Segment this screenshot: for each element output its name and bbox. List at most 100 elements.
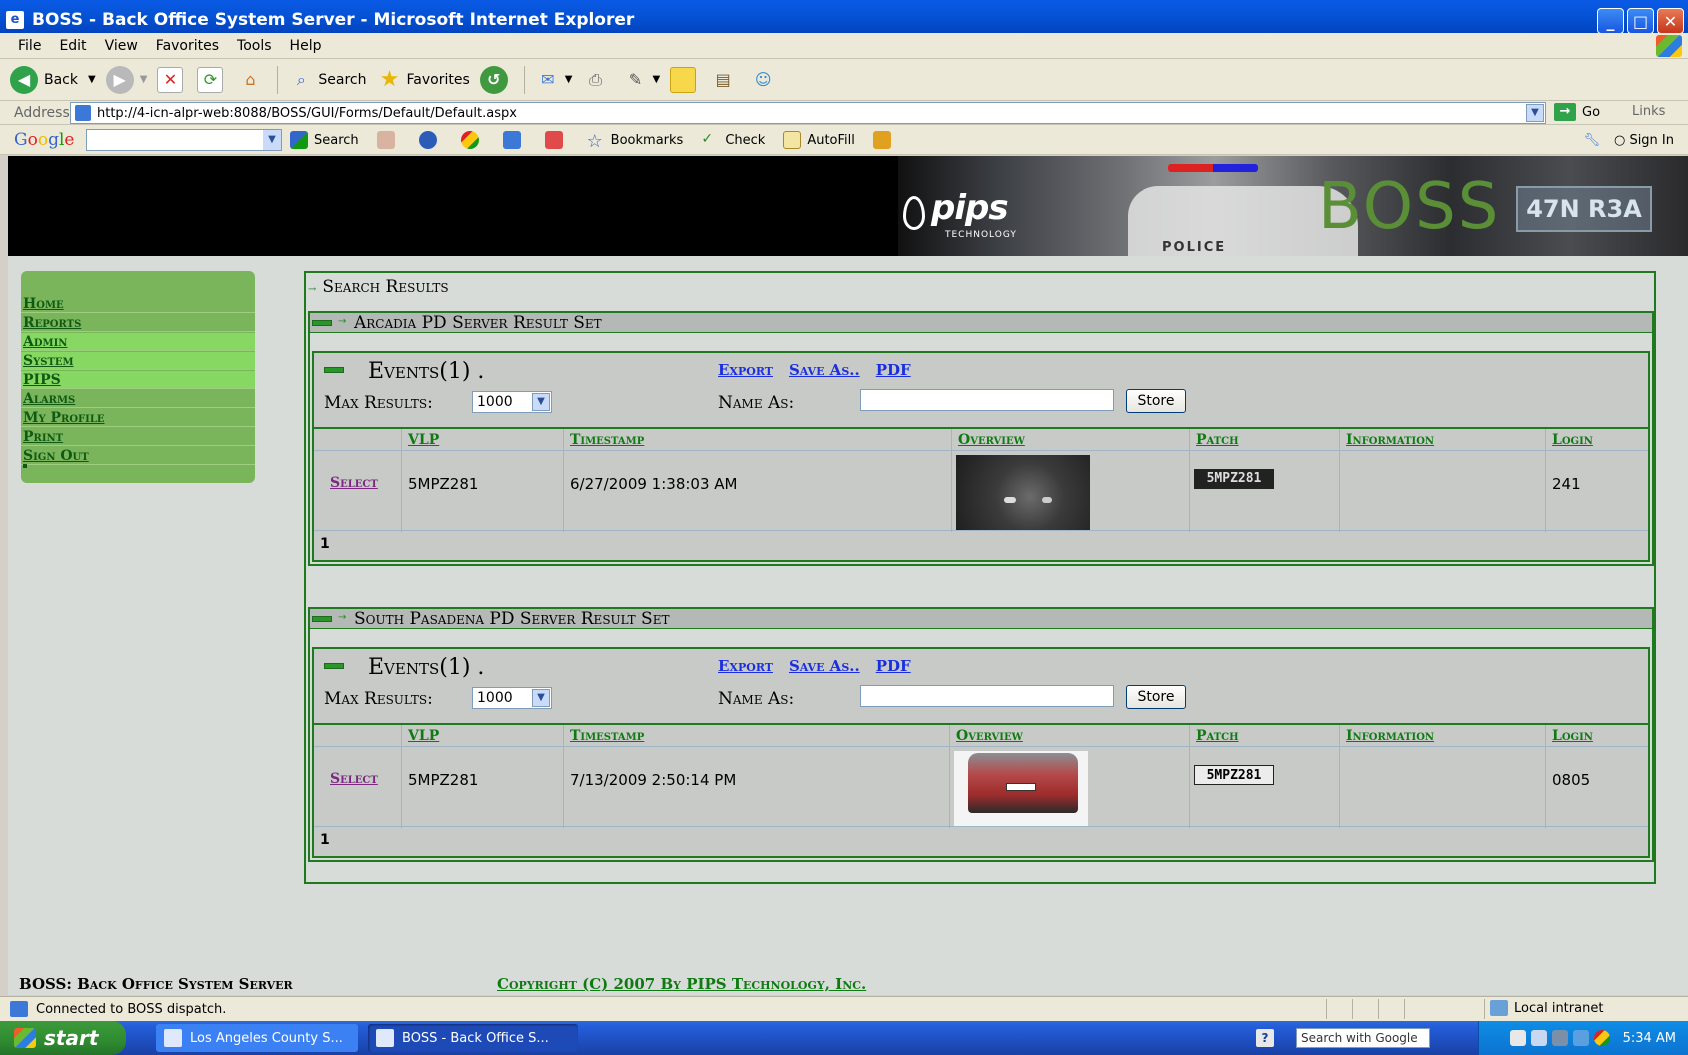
- tray-monitor-icon[interactable]: [1572, 1030, 1589, 1046]
- export-link[interactable]: Export: [718, 657, 773, 675]
- column-header-overview[interactable]: Overview: [956, 728, 1023, 744]
- sidebar-item-home[interactable]: Home: [21, 295, 255, 313]
- sidebar-item-my-profile[interactable]: My Profile: [21, 409, 255, 427]
- refresh-button[interactable]: ⟳: [197, 66, 227, 93]
- back-button[interactable]: ◀ Back ▼: [10, 65, 96, 94]
- name-as-input[interactable]: [860, 389, 1114, 411]
- collapse-minus-icon[interactable]: [312, 320, 332, 326]
- overview-image[interactable]: [954, 751, 1088, 827]
- store-button[interactable]: Store: [1126, 685, 1186, 709]
- select-link[interactable]: Select: [330, 771, 378, 787]
- collapse-minus-icon[interactable]: [324, 663, 344, 669]
- taskbar-item-los-angeles[interactable]: Los Angeles County S...: [156, 1024, 358, 1052]
- sidebar-link-pips[interactable]: PIPS: [23, 372, 61, 388]
- sidebar-link-sign-out[interactable]: Sign Out: [23, 448, 89, 464]
- edit-dropdown-icon[interactable]: ▼: [652, 74, 660, 85]
- sidebar-link-print[interactable]: Print: [23, 429, 63, 445]
- save-as-link[interactable]: Save As..: [789, 657, 860, 675]
- mail-button[interactable]: ✉ ▼: [535, 67, 572, 93]
- export-link[interactable]: Export: [718, 361, 773, 379]
- tray-google-icon[interactable]: [1593, 1030, 1610, 1046]
- column-header-timestamp[interactable]: Timestamp: [570, 432, 644, 448]
- forward-dropdown-icon[interactable]: ▼: [140, 74, 148, 85]
- column-header-patch[interactable]: Patch: [1196, 432, 1239, 448]
- sidebar-item-print[interactable]: Print: [21, 428, 255, 446]
- column-header-patch[interactable]: Patch: [1196, 728, 1239, 744]
- autofill-button[interactable]: AutoFill: [783, 131, 855, 149]
- google-search-input[interactable]: ▼: [86, 129, 282, 151]
- taskbar-item-boss[interactable]: BOSS - Back Office S...: [368, 1024, 578, 1052]
- favorites-button[interactable]: ★ Favorites: [377, 67, 470, 93]
- menu-tools[interactable]: Tools: [237, 38, 272, 54]
- pdf-link[interactable]: PDF: [876, 361, 911, 379]
- history-button[interactable]: ↺: [479, 65, 514, 94]
- collapse-minus-icon[interactable]: [312, 616, 332, 622]
- footer-copyright-link[interactable]: Copyright (C) 2007 By PIPS Technology, I…: [497, 975, 866, 993]
- max-results-select[interactable]: 1000 ▼: [472, 391, 552, 413]
- sidebar-item-system[interactable]: System: [21, 352, 255, 370]
- column-header-information[interactable]: Information: [1346, 728, 1434, 744]
- sign-in-button[interactable]: ○ Sign In: [1614, 133, 1674, 148]
- links-label[interactable]: Links: [1632, 104, 1665, 119]
- column-header-information[interactable]: Information: [1346, 432, 1434, 448]
- highlighter-button[interactable]: [872, 131, 897, 149]
- chevron-down-icon[interactable]: ▼: [532, 689, 550, 707]
- plus-button[interactable]: [502, 131, 527, 149]
- start-button[interactable]: start: [0, 1021, 126, 1055]
- sidebar-link-system[interactable]: System: [23, 353, 74, 369]
- save-as-link[interactable]: Save As..: [789, 361, 860, 379]
- sidebar-item-admin[interactable]: Admin: [21, 333, 255, 351]
- globe-button[interactable]: [418, 131, 443, 149]
- menu-favorites[interactable]: Favorites: [156, 38, 219, 54]
- maximize-button[interactable]: □: [1627, 8, 1654, 34]
- sidebar-link-my-profile[interactable]: My Profile: [23, 410, 105, 426]
- column-header-vlp[interactable]: VLP: [408, 728, 439, 744]
- name-as-input[interactable]: [860, 685, 1114, 707]
- column-header-login[interactable]: Login: [1552, 432, 1593, 448]
- stop-button[interactable]: ✕: [157, 66, 187, 93]
- address-dropdown-icon[interactable]: ▼: [1526, 104, 1544, 122]
- google-search-button[interactable]: Search: [290, 131, 359, 149]
- minimize-button[interactable]: _: [1597, 8, 1624, 34]
- close-button[interactable]: ✕: [1657, 8, 1684, 34]
- tray-network-icon[interactable]: [1530, 1030, 1547, 1046]
- spellcheck-button[interactable]: ✓ Check: [701, 131, 765, 149]
- pager-page-number[interactable]: 1: [320, 536, 330, 552]
- pdf-link[interactable]: PDF: [876, 657, 911, 675]
- pagerank-button[interactable]: [376, 131, 401, 149]
- select-link[interactable]: Select: [330, 475, 378, 491]
- max-results-select[interactable]: 1000 ▼: [472, 687, 552, 709]
- sidebar-item-reports[interactable]: Reports: [21, 314, 255, 332]
- store-button[interactable]: Store: [1126, 389, 1186, 413]
- tray-back-icon[interactable]: [1509, 1030, 1526, 1046]
- sidebar-item-sign-out[interactable]: Sign Out: [21, 447, 255, 465]
- research-button[interactable]: ▤: [710, 67, 740, 93]
- menu-file[interactable]: File: [18, 38, 41, 54]
- google-search-dropdown-icon[interactable]: ▼: [263, 130, 281, 150]
- forward-button[interactable]: ▶ ▼: [105, 65, 148, 94]
- popup-blocker-button[interactable]: [544, 131, 569, 149]
- sidebar-item-pips[interactable]: PIPS: [21, 371, 255, 389]
- collapse-minus-icon[interactable]: [324, 367, 344, 373]
- back-dropdown-icon[interactable]: ▼: [88, 74, 96, 85]
- help-icon[interactable]: ?: [1256, 1029, 1274, 1047]
- chevron-down-icon[interactable]: ▼: [532, 393, 550, 411]
- wrench-icon[interactable]: 🔧︎: [1583, 133, 1600, 148]
- messenger-button[interactable]: ☺: [750, 67, 780, 93]
- address-input[interactable]: http://4-icn-alpr-web:8088/BOSS/GUI/Form…: [70, 102, 1546, 124]
- column-header-login[interactable]: Login: [1552, 728, 1593, 744]
- menu-view[interactable]: View: [105, 38, 138, 54]
- column-header-timestamp[interactable]: Timestamp: [570, 728, 644, 744]
- sidebar-link-admin[interactable]: Admin: [23, 334, 67, 350]
- overview-image[interactable]: [956, 455, 1090, 531]
- sidebar-link-home[interactable]: Home: [23, 296, 64, 312]
- pager-page-number[interactable]: 1: [320, 832, 330, 848]
- bookmarks-button[interactable]: ☆ Bookmarks: [587, 131, 684, 152]
- notes-button[interactable]: [670, 66, 700, 93]
- taskbar-google-search-input[interactable]: Search with Google: [1296, 1028, 1430, 1048]
- patch-image[interactable]: 5MPZ281: [1194, 765, 1274, 785]
- sidebar-link-reports[interactable]: Reports: [23, 315, 81, 331]
- go-button[interactable]: → Go: [1554, 103, 1600, 121]
- search-button[interactable]: ⌕ Search: [288, 67, 367, 93]
- sidebar-link-alarms[interactable]: Alarms: [23, 391, 75, 407]
